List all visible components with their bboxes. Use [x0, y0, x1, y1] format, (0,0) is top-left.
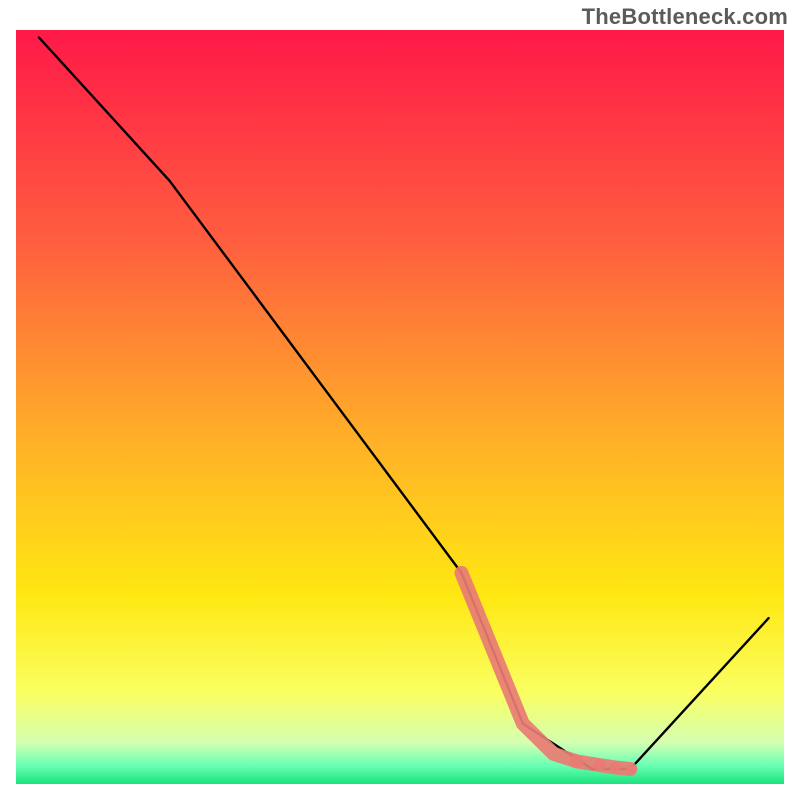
chart-container: TheBottleneck.com [0, 0, 800, 800]
bottleneck-chart [0, 0, 800, 800]
watermark-label: TheBottleneck.com [582, 4, 788, 30]
gradient-background [16, 30, 784, 784]
